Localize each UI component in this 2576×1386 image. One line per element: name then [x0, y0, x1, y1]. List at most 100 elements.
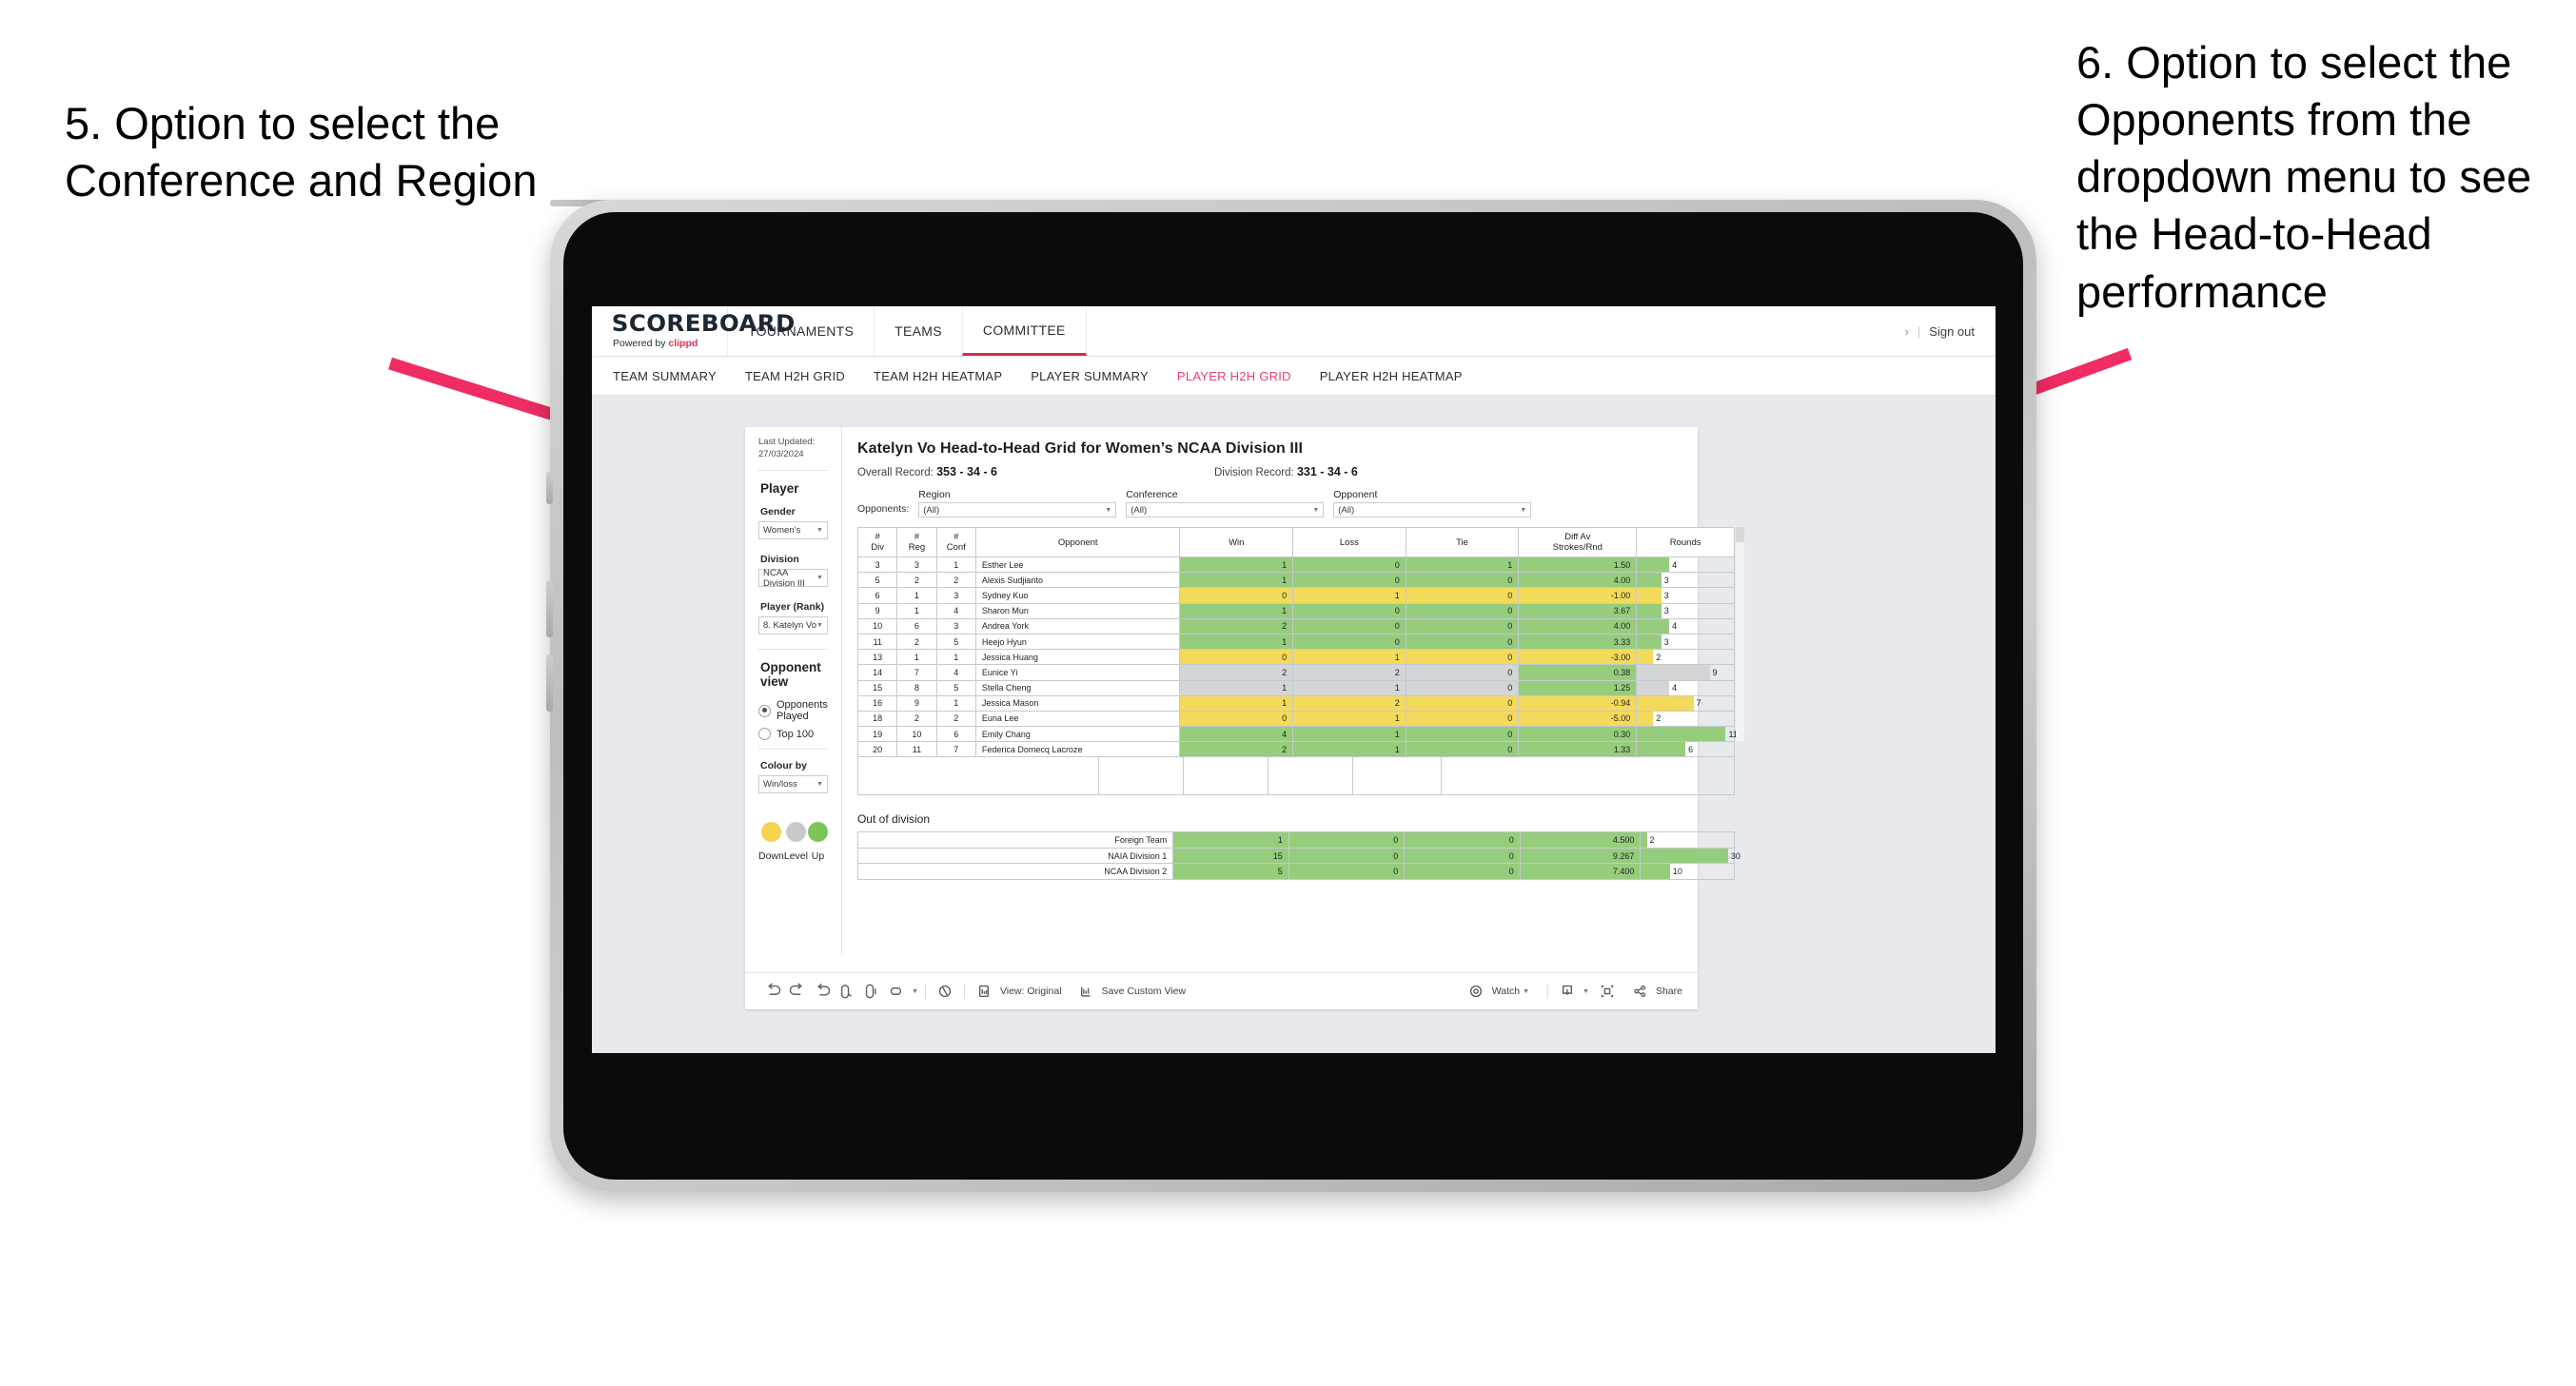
cell-opponent: Jessica Huang	[974, 649, 1181, 666]
radio-opponents-played[interactable]: Opponents Played	[758, 699, 828, 722]
share-button[interactable]: Share	[1627, 979, 1682, 1004]
download-button[interactable]: ▼	[1555, 979, 1589, 1004]
table-row[interactable]: 15 8 5 Stella Cheng 1 1 0 1.25 4	[856, 679, 1735, 696]
sign-out-link[interactable]: Sign out	[1929, 324, 1975, 339]
fit-button[interactable]	[884, 979, 909, 1004]
cell-win: 0	[1179, 587, 1294, 604]
col-header-div[interactable]: # Div	[856, 527, 898, 557]
logo[interactable]: SCOREBOARD Powered by clippd	[592, 306, 796, 356]
rounds-bar	[1637, 573, 1662, 588]
pause-auto-update-button[interactable]	[859, 979, 884, 1004]
volume-up-button[interactable]	[546, 580, 553, 637]
col-header-diff-line1: Diff Av	[1564, 532, 1591, 542]
col-header-reg[interactable]: # Reg	[896, 527, 937, 557]
colour-by-select[interactable]: Win/loss ▼	[758, 775, 828, 793]
table-row[interactable]: 19 10 6 Emily Chang 4 1 0 0.30 11	[856, 726, 1738, 743]
opponent-filter-select[interactable]: (All) ▼	[1333, 502, 1532, 517]
subnav-item-team-h2h-grid[interactable]: TEAM H2H GRID	[745, 369, 845, 383]
cell-diff: 3.67	[1518, 602, 1638, 619]
cell-conf: 5	[935, 633, 976, 651]
col-header-win[interactable]: Win	[1179, 527, 1294, 557]
h2h-grid-table: # Div # Reg # Conf Opponent Win Loss Tie…	[856, 527, 1738, 758]
power-button[interactable]	[546, 472, 553, 504]
col-header-rounds[interactable]: Rounds	[1636, 527, 1735, 557]
cell-loss: 1	[1292, 587, 1406, 604]
cell-reg: 6	[896, 617, 937, 634]
topnav-item-committee[interactable]: COMMITTEE	[961, 306, 1087, 356]
region-filter-select[interactable]: (All) ▼	[918, 502, 1117, 517]
refresh-data-button[interactable]	[835, 979, 859, 1004]
cell-tie: 0	[1405, 726, 1520, 743]
cell-diff: 3.33	[1518, 633, 1638, 651]
grid-scrollbar-thumb[interactable]	[1735, 527, 1744, 542]
cell-loss: 1	[1292, 726, 1406, 743]
table-row[interactable]: Foreign Team 1 0 0 4.500 2	[856, 831, 1735, 849]
full-screen-button[interactable]	[1595, 979, 1620, 1004]
toolbar-right-group: Watch ▼ ▼ Share	[1464, 979, 1682, 1004]
table-row[interactable]: 10 6 3 Andrea York 2 0 0 4.00 4	[856, 617, 1735, 634]
table-row[interactable]: 11 2 5 Heejo Hyun 1 0 0 3.33 3	[856, 633, 1735, 651]
grid-scrollbar-track[interactable]	[1735, 527, 1744, 741]
cell-reg: 2	[896, 710, 937, 728]
highlight-button[interactable]	[933, 979, 957, 1004]
rounds-value: 4	[1672, 621, 1678, 632]
cell-div: 9	[856, 602, 898, 619]
table-row[interactable]: 9 1 4 Sharon Mun 1 0 0 3.67 3	[856, 602, 1735, 619]
undo-button[interactable]	[760, 979, 785, 1004]
watch-button[interactable]: Watch ▼	[1464, 979, 1529, 1004]
radio-top-100[interactable]: Top 100	[758, 728, 828, 740]
table-row[interactable]: 20 11 7 Federica Domecq Lacroze 2 1 0 1.33 6	[856, 741, 1735, 758]
cell-rounds: 4	[1636, 556, 1735, 574]
overall-record: Overall Record: 353 - 34 - 6	[857, 465, 997, 478]
cell-diff: 1.50	[1518, 556, 1638, 574]
col-header-tie[interactable]: Tie	[1405, 527, 1520, 557]
cell-opponent: Andrea York	[974, 617, 1181, 634]
table-row[interactable]: 5 2 2 Alexis Sudjianto 1 0 0 4.00 3	[856, 572, 1735, 589]
subnav-item-team-summary[interactable]: TEAM SUMMARY	[613, 369, 717, 383]
table-row[interactable]: 16 9 1 Jessica Mason 1 2 0 -0.94 7	[856, 694, 1735, 712]
subnav-item-player-h2h-heatmap[interactable]: PLAYER H2H HEATMAP	[1320, 369, 1463, 383]
rounds-bar-cell: 2	[1637, 711, 1734, 727]
division-select[interactable]: NCAA Division III ▼	[758, 568, 828, 589]
rounds-bar	[1637, 650, 1654, 665]
col-header-div-line1: #	[875, 532, 880, 542]
divider	[758, 649, 828, 650]
legend-dot-level	[785, 822, 806, 842]
revert-button[interactable]	[810, 979, 835, 1004]
table-row[interactable]: 6 1 3 Sydney Kuo 0 1 0 -1.00 3	[856, 587, 1735, 604]
chevron-right-icon[interactable]: ›	[1905, 324, 1909, 339]
legend-label-up: Up	[811, 850, 825, 862]
col-header-conf[interactable]: # Conf	[935, 527, 976, 557]
col-header-loss[interactable]: Loss	[1292, 527, 1406, 557]
table-row[interactable]: NCAA Division 2 5 0 0 7.400 10	[856, 863, 1735, 880]
gender-select[interactable]: Women’s ▼	[758, 521, 828, 539]
chevron-down-icon[interactable]: ▼	[912, 988, 918, 995]
rounds-bar-cell: 10	[1641, 864, 1734, 879]
cell-loss: 0	[1292, 602, 1406, 619]
table-row[interactable]: 14 7 4 Eunice Yi 2 2 0 0.38 9	[856, 664, 1735, 681]
table-row[interactable]: NAIA Division 1 15 0 0 9.267 30	[856, 847, 1740, 865]
app-viewport: SCOREBOARD Powered by clippd TOURNAMENTS…	[592, 306, 1996, 1053]
cell-diff: 0.38	[1518, 664, 1638, 681]
col-header-diff[interactable]: Diff Av Strokes/Rnd	[1518, 527, 1638, 557]
col-header-opponent[interactable]: Opponent	[974, 527, 1181, 557]
save-custom-view-button[interactable]: Save Custom View	[1073, 979, 1186, 1004]
table-row[interactable]: 18 2 2 Euna Lee 0 1 0 -5.00 2	[856, 710, 1735, 728]
topnav-item-teams[interactable]: TEAMS	[874, 306, 962, 356]
cell-conf: 1	[935, 649, 976, 666]
conference-filter-select[interactable]: (All) ▼	[1126, 502, 1325, 517]
legend-item-down: Down	[758, 822, 784, 862]
chevron-down-icon: ▼	[1520, 506, 1527, 514]
subnav-item-team-h2h-heatmap[interactable]: TEAM H2H HEATMAP	[874, 369, 1002, 383]
redo-button[interactable]	[785, 979, 810, 1004]
table-row[interactable]: 13 1 1 Jessica Huang 0 1 0 -3.00 2	[856, 649, 1735, 666]
subnav-item-player-h2h-grid[interactable]: PLAYER H2H GRID	[1177, 369, 1291, 383]
out-of-division-table: Foreign Team 1 0 0 4.500 2 NAIA Division 1 15 0 0…	[856, 831, 1740, 880]
table-row[interactable]: 3 3 1 Esther Lee 1 0 1 1.50 4	[856, 556, 1735, 574]
subnav-item-player-summary[interactable]: PLAYER SUMMARY	[1031, 369, 1149, 383]
view-original-button[interactable]: View: Original	[972, 979, 1062, 1004]
cell-reg: 10	[896, 726, 937, 743]
player-rank-select[interactable]: 8. Katelyn Vo ▼	[758, 616, 828, 634]
legend-dot-down	[760, 822, 781, 842]
volume-down-button[interactable]	[546, 654, 553, 712]
